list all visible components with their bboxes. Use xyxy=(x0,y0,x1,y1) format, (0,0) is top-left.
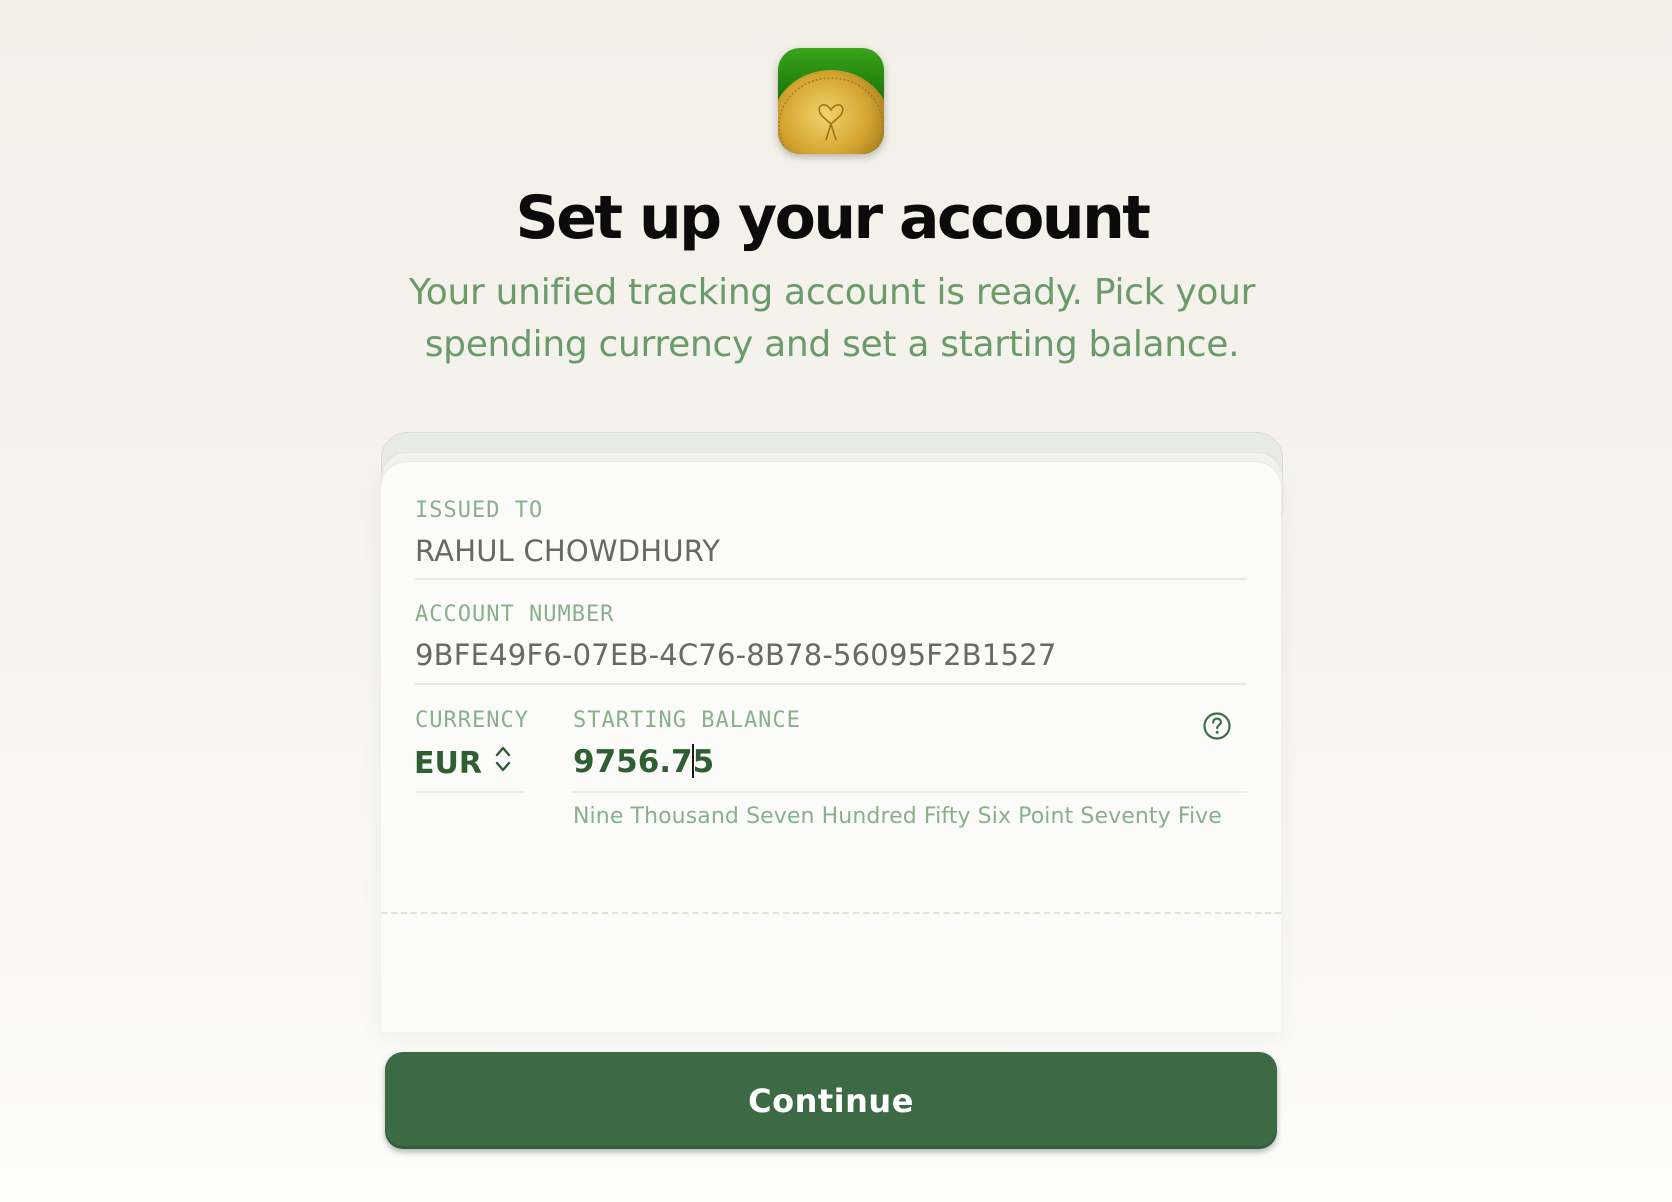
ducat-app-icon xyxy=(778,48,884,154)
issued-to-value: RAHUL CHOWDHURY xyxy=(415,534,721,568)
account-number-value: 9BFE49F6-07EB-4C76-8B78-56095F2B1527 xyxy=(415,638,1057,672)
divider xyxy=(415,791,523,793)
help-icon[interactable] xyxy=(1202,711,1232,741)
divider xyxy=(573,791,1247,793)
page-subtitle: Your unified tracking account is ready. … xyxy=(408,272,1256,365)
amount-in-words: Nine Thousand Seven Hundred Fifty Six Po… xyxy=(573,804,1222,829)
account-number-label: ACCOUNT NUMBER xyxy=(415,602,615,627)
starting-balance-label: STARTING BALANCE xyxy=(573,708,801,733)
ducat-coin-icon xyxy=(778,70,884,154)
currency-select[interactable]: EUR xyxy=(414,741,512,785)
currency-value: EUR xyxy=(414,745,482,781)
continue-button[interactable]: Continue xyxy=(385,1052,1277,1149)
divider xyxy=(415,683,1247,685)
card-fade xyxy=(381,912,1281,1032)
issued-to-label: ISSUED TO xyxy=(415,498,544,523)
chevron-up-down-icon xyxy=(494,745,512,781)
card-perforation xyxy=(381,912,1281,914)
starting-balance-input[interactable] xyxy=(573,738,1073,786)
page-title: Set up your account xyxy=(515,183,1151,253)
currency-label: CURRENCY xyxy=(415,708,529,733)
divider xyxy=(415,578,1247,580)
text-caret xyxy=(692,744,694,778)
